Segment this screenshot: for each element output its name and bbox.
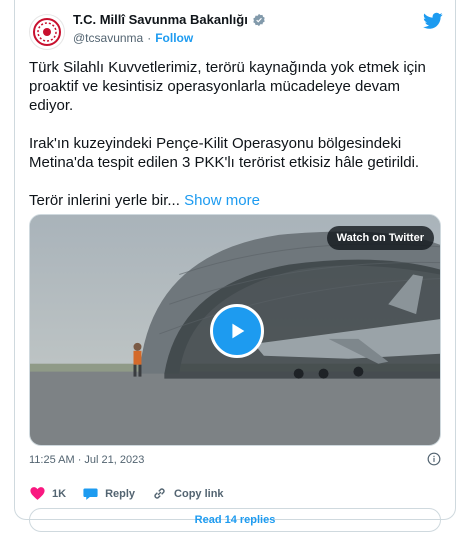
reply-bubble-icon xyxy=(83,488,98,500)
tweet-actions: 1K Reply Copy link xyxy=(29,485,224,502)
handle[interactable]: @tcsavunma xyxy=(73,31,143,45)
info-icon[interactable] xyxy=(427,452,441,466)
account-name-row: T.C. Millî Savunma Bakanlığı xyxy=(73,12,266,27)
follow-button[interactable]: Follow xyxy=(155,31,193,45)
show-more-link[interactable]: Show more xyxy=(184,192,260,209)
copy-link-label: Copy link xyxy=(174,487,224,500)
like-button[interactable]: 1K xyxy=(29,485,66,502)
reply-label: Reply xyxy=(105,487,136,500)
video-player[interactable]: Watch on Twitter xyxy=(29,214,441,446)
tweet-paragraph-3: Terör inlerini yerle bir... Show more xyxy=(29,191,439,210)
tweet-text: Türk Silahlı Kuvvetlerimiz, terörü kayna… xyxy=(29,58,439,229)
twitter-bird-icon[interactable] xyxy=(423,12,443,30)
reply-button[interactable]: Reply xyxy=(82,485,135,502)
ministry-emblem-icon xyxy=(33,18,61,46)
separator: · xyxy=(147,31,152,45)
tweet-card: T.C. Millî Savunma Bakanlığı @tcsavunma … xyxy=(14,0,456,532)
display-name[interactable]: T.C. Millî Savunma Bakanlığı xyxy=(73,12,248,27)
play-icon xyxy=(232,323,245,339)
heart-icon xyxy=(30,487,45,500)
handle-row: @tcsavunma · Follow xyxy=(73,31,193,45)
avatar[interactable] xyxy=(29,14,65,50)
like-count: 1K xyxy=(52,487,67,500)
verified-badge-icon xyxy=(253,13,265,26)
tweet-paragraph-1: Türk Silahlı Kuvvetlerimiz, terörü kayna… xyxy=(29,59,426,114)
tweet-timestamp[interactable]: 11:25 AM · Jul 21, 2023 xyxy=(29,454,144,466)
play-button[interactable] xyxy=(210,304,264,358)
link-icon xyxy=(154,488,165,499)
read-replies-button[interactable]: Read 14 replies xyxy=(29,508,441,532)
tweet-truncated-text: Terör inlerini yerle bir... xyxy=(29,192,180,209)
copy-link-button[interactable]: Copy link xyxy=(151,485,224,502)
tweet-paragraph-2: Irak'ın kuzeyindeki Pençe-Kilit Operasyo… xyxy=(29,135,420,171)
watch-on-twitter-button[interactable]: Watch on Twitter xyxy=(326,226,434,250)
